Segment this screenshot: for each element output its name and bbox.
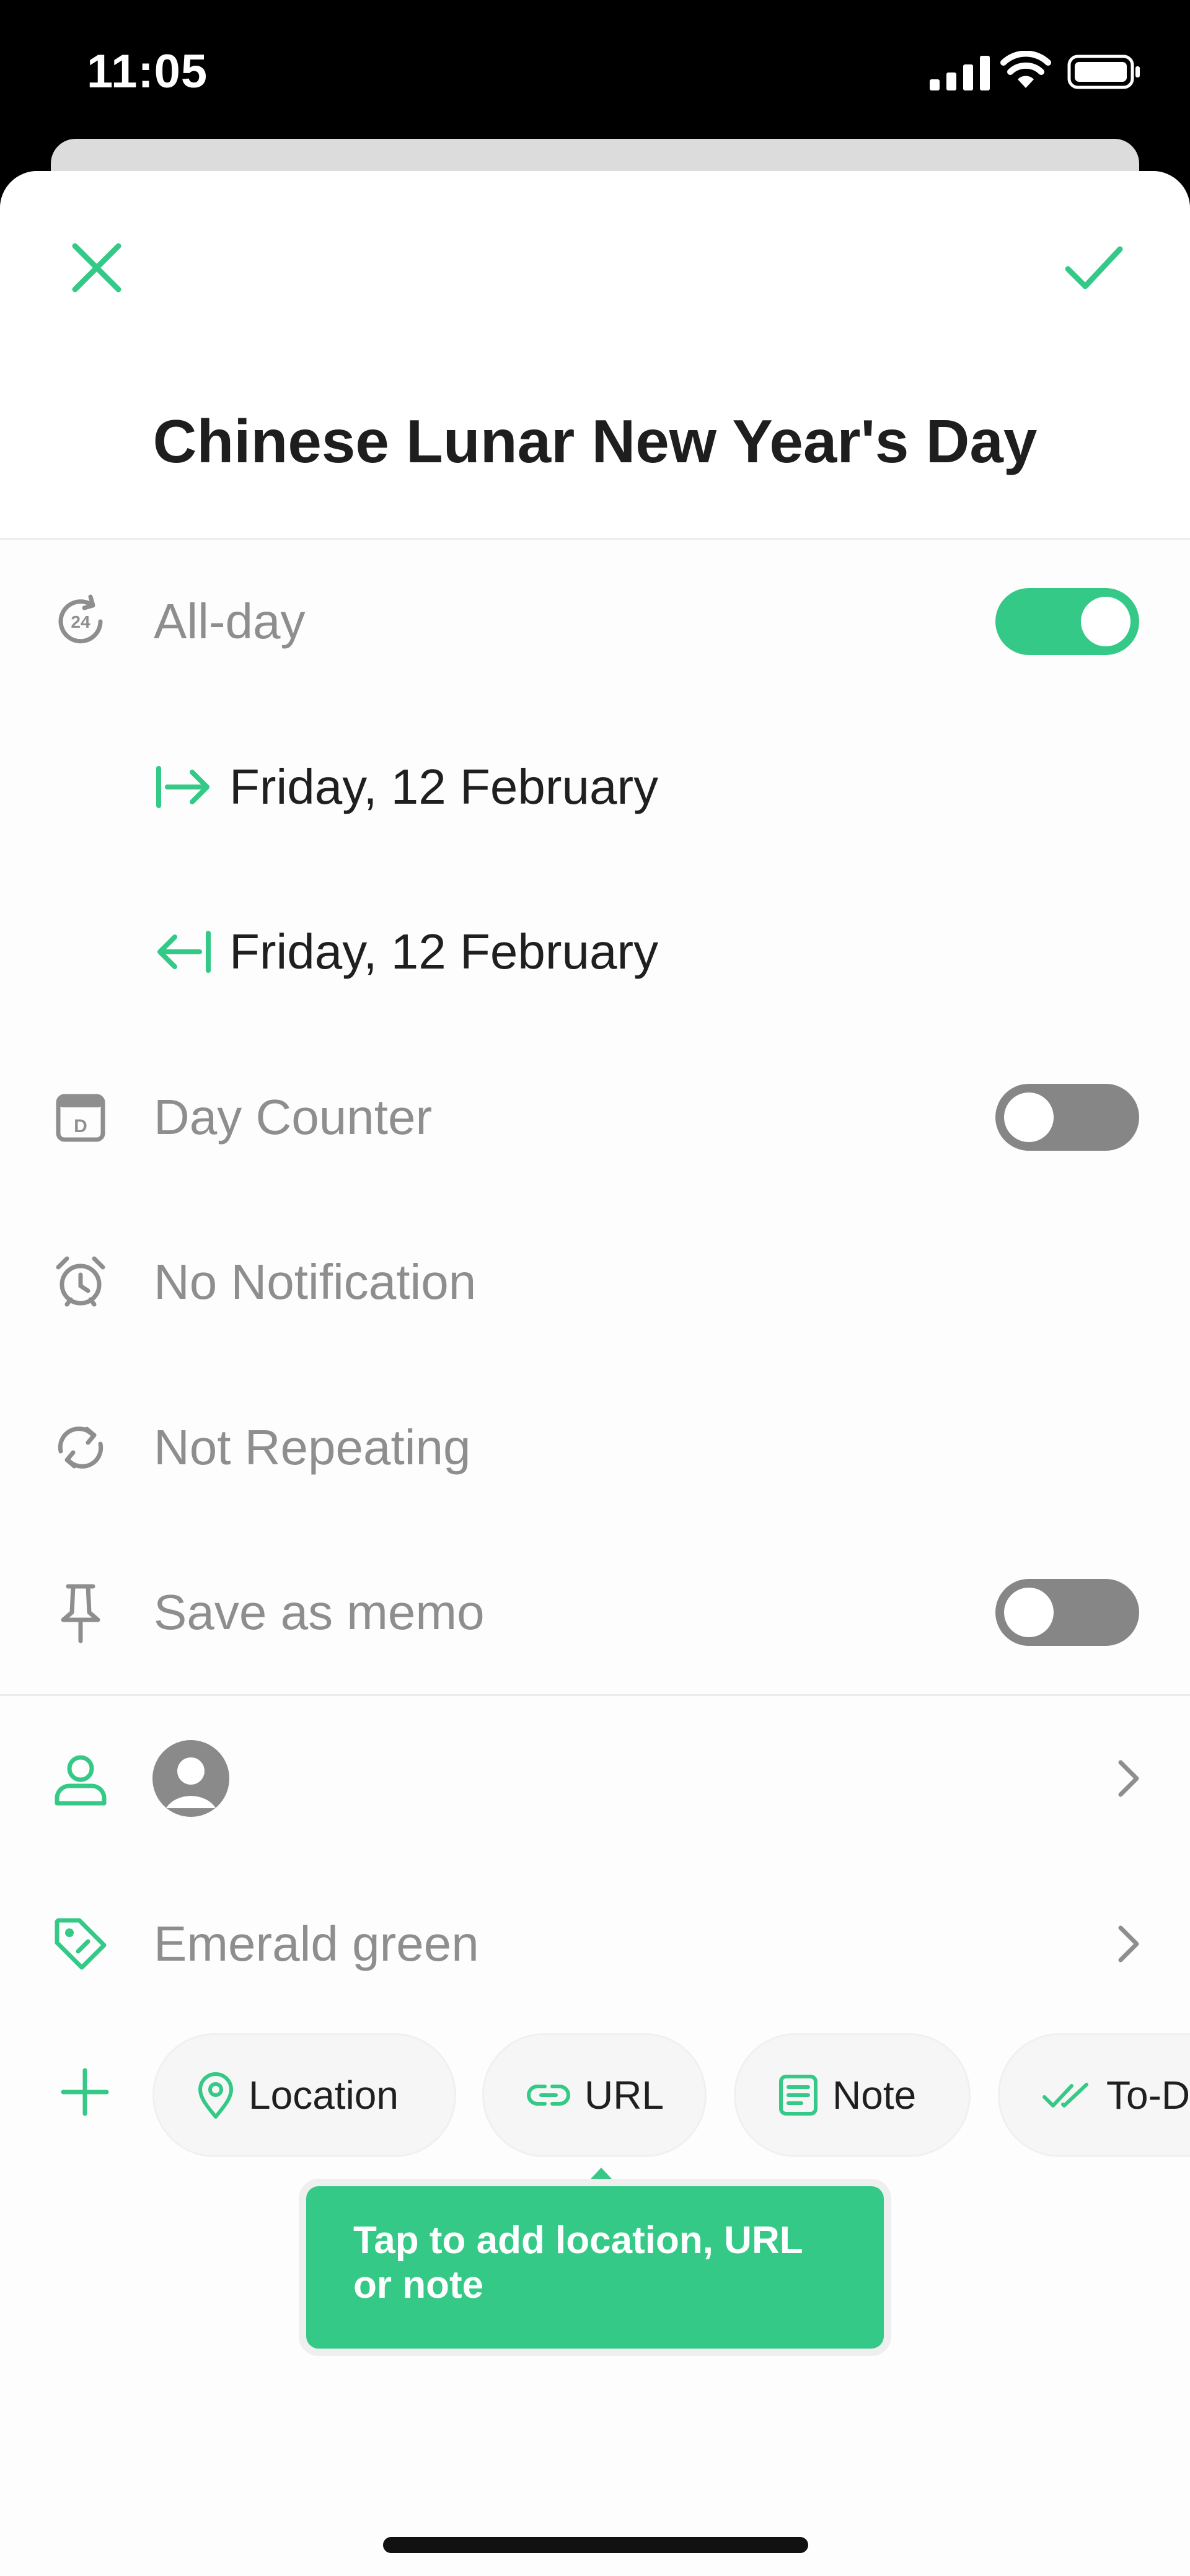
sheet-header	[0, 171, 1190, 539]
add-details-tooltip[interactable]: Tap to add location, URL or note	[306, 2186, 884, 2349]
note-icon	[779, 2075, 818, 2116]
wifi-icon	[1000, 51, 1051, 88]
url-chip[interactable]: URL	[482, 2033, 707, 2157]
person-icon	[50, 1747, 112, 1809]
arrow-end-icon	[157, 931, 211, 973]
event-edit-sheet: Chinese Lunar New Year's Day 24 All-day …	[0, 171, 1190, 2576]
notification-label: No Notification	[154, 1254, 477, 1309]
clock-24-icon: 24	[50, 591, 112, 653]
day-counter-row: D Day Counter	[0, 1055, 1190, 1179]
plus-icon[interactable]	[57, 2064, 113, 2120]
close-button[interactable]	[60, 231, 134, 305]
alarm-clock-icon	[50, 1251, 112, 1313]
all-day-row: 24 All-day	[0, 560, 1190, 684]
chip-label: Location	[249, 2073, 399, 2117]
double-check-icon	[1042, 2083, 1088, 2108]
cellular-signal-icon	[930, 56, 990, 90]
arrow-start-icon	[156, 766, 209, 808]
tooltip-arrow	[583, 2168, 620, 2187]
all-day-toggle[interactable]	[995, 588, 1139, 655]
status-time: 11:05	[87, 45, 208, 98]
day-counter-label: Day Counter	[154, 1089, 433, 1145]
end-date-label: Friday, 12 February	[229, 924, 659, 979]
memo-toggle[interactable]	[995, 1579, 1139, 1646]
home-indicator[interactable]	[383, 2537, 808, 2553]
close-icon	[72, 243, 121, 292]
chevron-right-icon	[1118, 1760, 1139, 1797]
save-button[interactable]	[1054, 231, 1134, 305]
chip-label: URL	[584, 2073, 664, 2117]
memo-label: Save as memo	[154, 1585, 485, 1640]
color-label: Emerald green	[154, 1916, 479, 1971]
location-chip[interactable]: Location	[152, 2033, 456, 2157]
chip-label: Note	[832, 2073, 917, 2117]
repeat-icon	[50, 1417, 112, 1479]
memo-row: Save as memo	[0, 1550, 1190, 1674]
day-counter-icon: D	[50, 1086, 112, 1148]
participant-row[interactable]	[0, 1717, 1190, 1840]
svg-text:D: D	[74, 1116, 87, 1136]
color-row[interactable]: Emerald green	[0, 1882, 1190, 2006]
toggle-knob	[1081, 597, 1130, 646]
battery-icon	[1067, 55, 1140, 89]
start-date-row[interactable]: Friday, 12 February	[0, 725, 1190, 849]
all-day-label: All-day	[154, 594, 306, 649]
checkmark-icon	[1065, 246, 1123, 289]
tag-icon	[50, 1913, 112, 1975]
location-pin-icon	[198, 2072, 233, 2119]
toggle-knob	[1004, 1588, 1054, 1637]
end-date-row[interactable]: Friday, 12 February	[0, 890, 1190, 1014]
notification-row[interactable]: No Notification	[0, 1220, 1190, 1344]
start-date-label: Friday, 12 February	[229, 759, 659, 814]
repeat-label: Not Repeating	[154, 1420, 471, 1475]
svg-text:24: 24	[71, 612, 90, 631]
chevron-right-icon	[1118, 1925, 1139, 1963]
note-chip[interactable]: Note	[734, 2033, 971, 2157]
repeat-row[interactable]: Not Repeating	[0, 1386, 1190, 1510]
divider	[0, 1694, 1190, 1696]
toggle-knob	[1004, 1092, 1054, 1142]
avatar	[152, 1740, 229, 1817]
todo-chip[interactable]: To-Do	[998, 2033, 1190, 2157]
add-detail-chips: Location URL Note To-Do	[0, 2033, 1190, 2163]
chip-label: To-Do	[1106, 2073, 1190, 2117]
day-counter-toggle[interactable]	[995, 1084, 1139, 1151]
link-icon	[527, 2085, 570, 2106]
event-title[interactable]: Chinese Lunar New Year's Day	[0, 407, 1190, 477]
pin-icon	[50, 1581, 112, 1643]
divider	[0, 538, 1190, 540]
